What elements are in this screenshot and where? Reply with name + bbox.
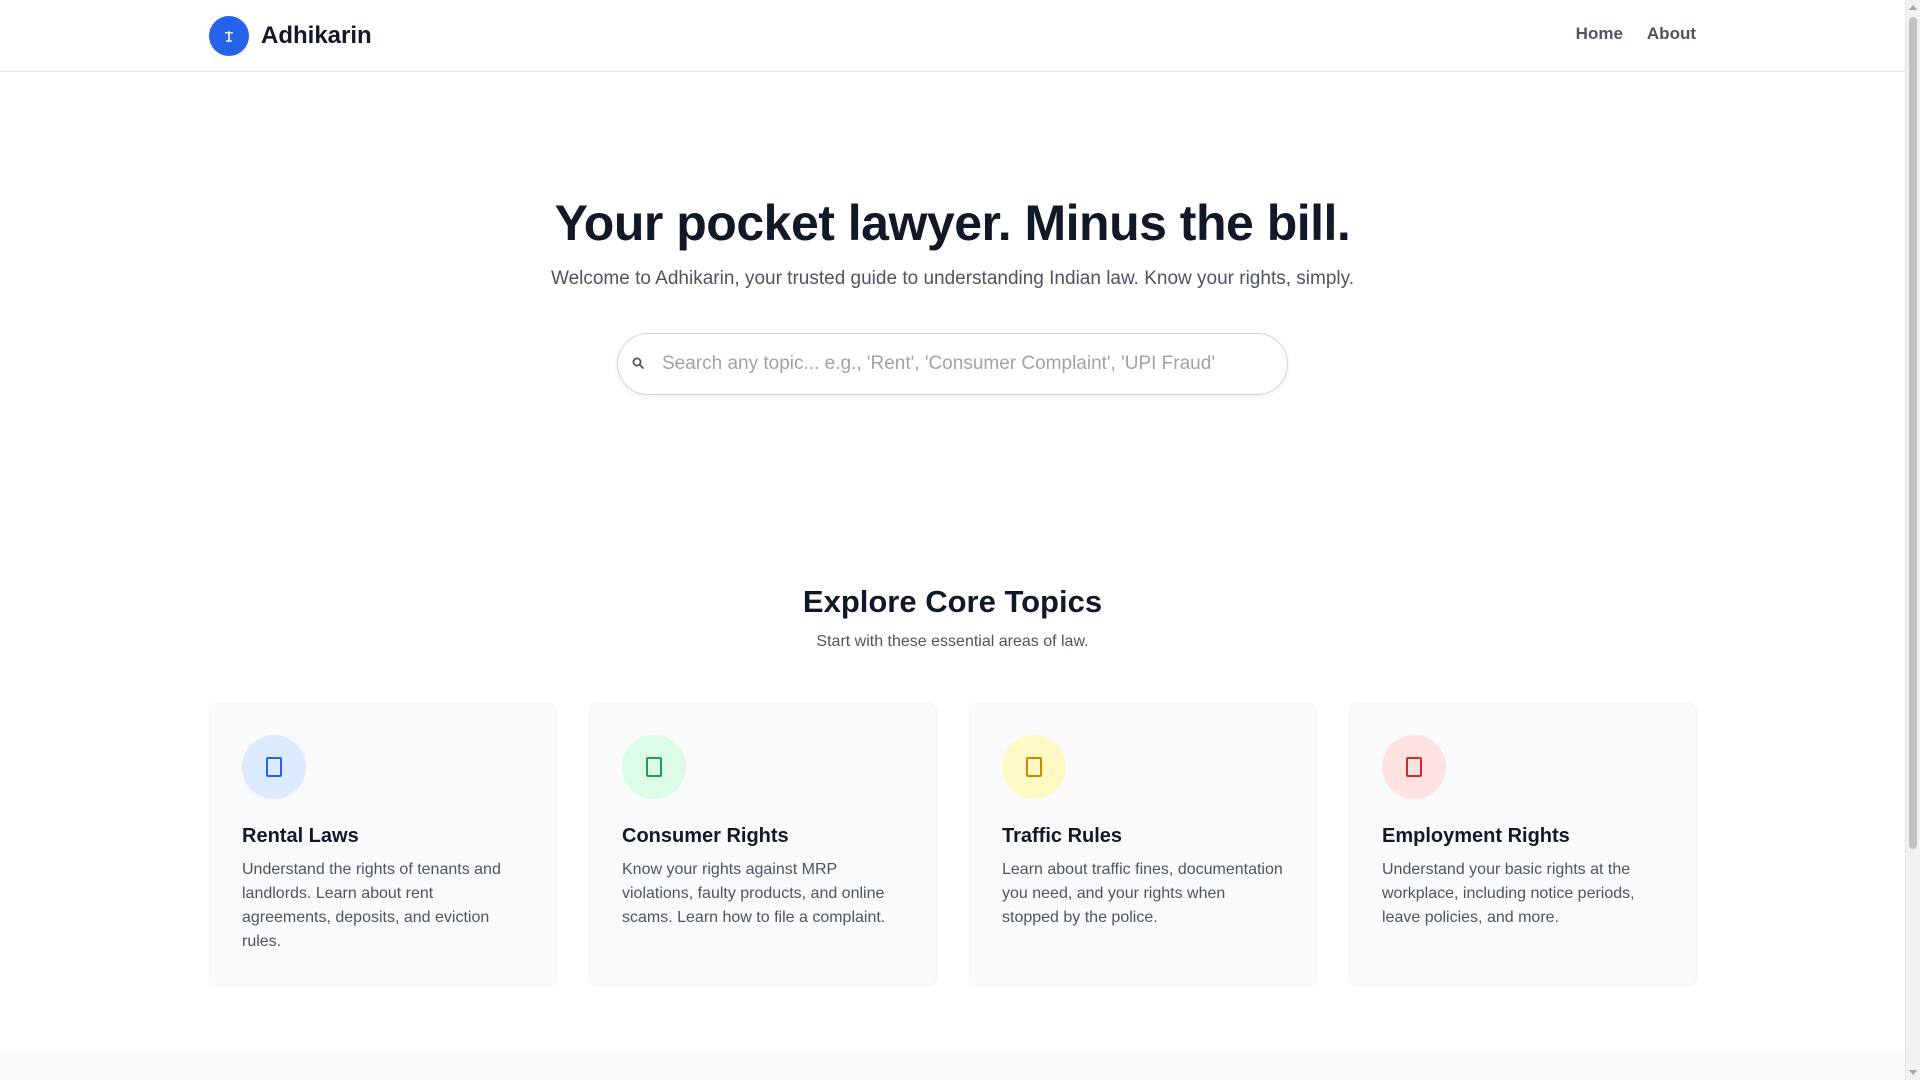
card-title: Employment Rights	[1382, 825, 1570, 847]
topics-subtitle: Start with these essential areas of law.	[816, 633, 1089, 650]
scale-icon	[209, 16, 249, 56]
hero-title: Your pocket lawyer. Minus the bill.	[554, 195, 1351, 251]
hero-subtitle: Welcome to Adhikarin, your trusted guide…	[550, 268, 1354, 289]
nav-home-link[interactable]: Home	[1576, 24, 1623, 44]
scrollbar-thumb[interactable]	[1909, 17, 1917, 849]
topic-card-employment-rights[interactable]: Employment Rights Understand your basic …	[1349, 703, 1697, 986]
card-title: Traffic Rules	[1002, 825, 1123, 847]
card-description: Understand your basic rights at the work…	[1382, 861, 1635, 926]
card-title: Consumer Rights	[622, 825, 789, 847]
search-icon	[632, 357, 646, 371]
scroll-up-arrow-icon[interactable]	[1909, 5, 1917, 10]
brand-link[interactable]: Adhikarin	[209, 16, 372, 56]
search-box[interactable]	[617, 333, 1288, 395]
topic-card-traffic-rules[interactable]: Traffic Rules Learn about traffic fines,…	[969, 703, 1317, 986]
page: Adhikarin Home About Your pocket lawyer.…	[0, 0, 1905, 1080]
card-description: Understand the rights of tenants and lan…	[242, 861, 501, 950]
scroll-down-arrow-icon[interactable]	[1909, 1070, 1917, 1075]
footer-band	[0, 1051, 1905, 1080]
building-icon	[242, 735, 306, 799]
topic-cards: Rental Laws Understand the rights of ten…	[209, 703, 1697, 986]
search-input[interactable]	[662, 334, 1287, 394]
shopping-bag-icon	[622, 735, 686, 799]
topic-card-rental-laws[interactable]: Rental Laws Understand the rights of ten…	[209, 703, 557, 986]
brand-name: Adhikarin	[261, 22, 372, 49]
car-icon	[1002, 735, 1066, 799]
site-header: Adhikarin Home About	[0, 0, 1905, 72]
card-description: Know your rights against MRP violations,…	[622, 861, 886, 926]
card-title: Rental Laws	[242, 825, 359, 847]
card-description: Learn about traffic fines, documentation…	[1002, 861, 1283, 926]
vertical-scrollbar[interactable]	[1905, 0, 1920, 1080]
nav-about-link[interactable]: About	[1647, 24, 1696, 44]
briefcase-icon	[1382, 735, 1446, 799]
topic-card-consumer-rights[interactable]: Consumer Rights Know your rights against…	[589, 703, 937, 986]
topics-title: Explore Core Topics	[802, 584, 1103, 619]
main-nav: Home About	[1576, 24, 1696, 44]
